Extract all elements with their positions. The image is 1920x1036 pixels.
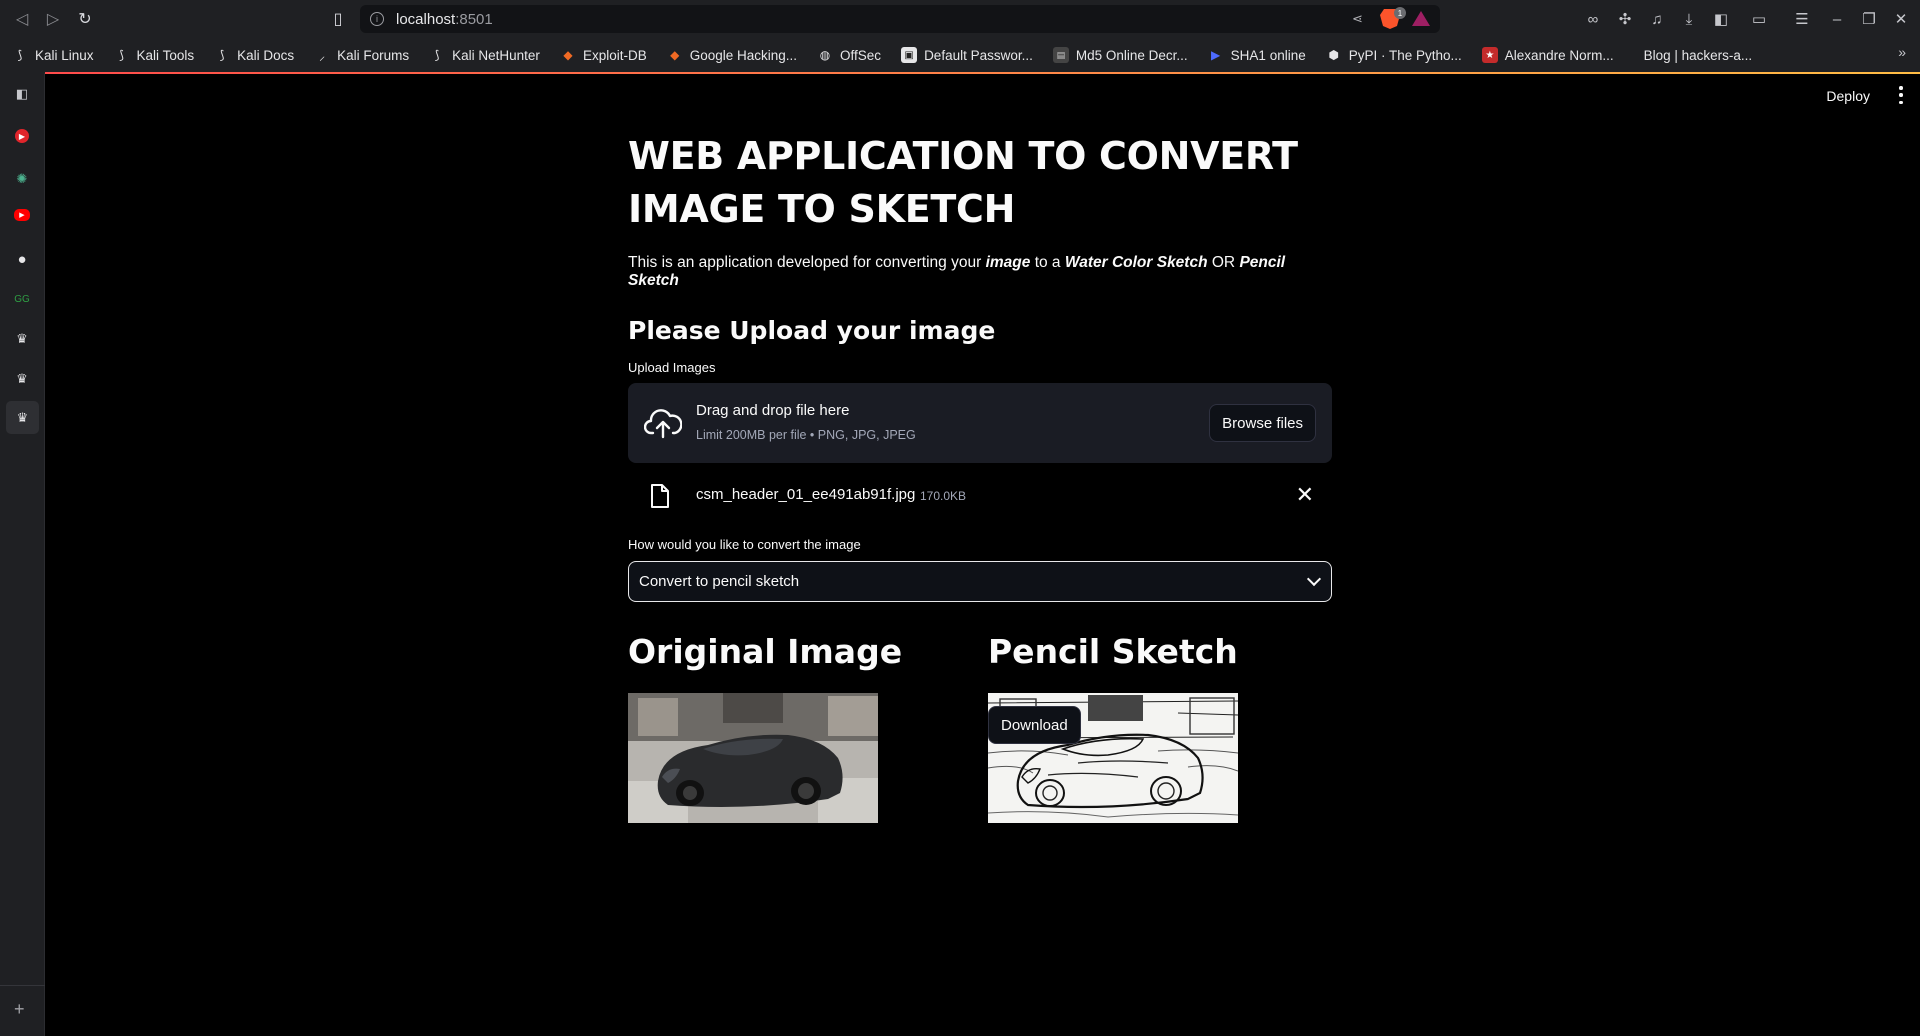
url-text[interactable]: localhost:8501 <box>396 11 493 28</box>
restore-icon[interactable]: ❐ <box>1859 9 1879 29</box>
leo-ai-icon[interactable]: ∞ <box>1583 9 1603 29</box>
md5-icon: ▤ <box>1052 47 1069 63</box>
github-icon[interactable]: ● <box>11 248 33 270</box>
wallet-icon[interactable]: ▭ <box>1749 9 1769 29</box>
downloads-icon[interactable]: ⤓ <box>1679 9 1699 29</box>
main-menu-icon[interactable] <box>1898 86 1904 104</box>
original-column: Original Image <box>628 632 968 671</box>
intro-text: This is an application developed for con… <box>628 254 1286 289</box>
page-title: WEB APPLICATION TO CONVERT IMAGE TO SKET… <box>628 134 1298 231</box>
sidebar-divider <box>0 985 45 986</box>
geeksforgeeks-icon[interactable]: GG <box>11 288 33 310</box>
extensions-icon[interactable]: ✣ <box>1615 9 1635 29</box>
bookmark-google-hacking[interactable]: ◆ Google Hacking... <box>667 44 797 66</box>
kali-dragon-icon: ⟆ <box>17 48 23 62</box>
browser-sidebar: ◧ ▶ ✺ ▶ ● GG ♛ ♛ ♛ + <box>0 73 45 1036</box>
add-sidebar-item-icon[interactable]: + <box>14 999 25 1020</box>
bookmark-kali-tools[interactable]: ⟆ Kali Tools <box>114 44 194 66</box>
kali-dragon-icon: ⟆ <box>219 48 225 62</box>
brave-rewards-icon[interactable] <box>1412 11 1430 26</box>
sidebar-toggle-icon[interactable]: ◧ <box>1711 9 1731 29</box>
bookmark-sha1-online[interactable]: ▶ SHA1 online <box>1208 44 1306 66</box>
address-bar[interactable]: i localhost:8501 ⋖ 1 <box>360 5 1440 33</box>
bookmark-hackers-blog[interactable]: Blog | hackers-a... <box>1644 44 1753 66</box>
star-icon: ★ <box>1481 47 1498 63</box>
deploy-button[interactable]: Deploy <box>1826 88 1870 104</box>
uploaded-file-row: csm_header_01_ee491ab91f.jpg 170.0KB ✕ <box>628 476 1332 516</box>
bookmark-pypi[interactable]: ⬢ PyPI · The Pytho... <box>1326 44 1461 66</box>
upload-label: Upload Images <box>628 360 716 375</box>
remove-file-icon[interactable]: ✕ <box>1296 482 1314 508</box>
brave-talk-icon[interactable]: ▶ <box>15 129 29 143</box>
reload-icon[interactable]: ↻ <box>73 7 97 31</box>
shields-count-badge: 1 <box>1394 7 1406 19</box>
uploaded-file-name: csm_header_01_ee491ab91f.jpg <box>696 486 916 503</box>
chevron-down-icon <box>1306 571 1322 587</box>
sketch-heading: Pencil Sketch <box>988 632 1238 671</box>
chatgpt-icon[interactable]: ✺ <box>11 168 33 190</box>
file-dropzone[interactable]: Drag and drop file here Limit 200MB per … <box>628 383 1332 463</box>
browser-toolbar: ◁ ▷ ↻ ▯ i localhost:8501 ⋖ 1 ∞ ✣ ♫ ⤓ ◧ ▭… <box>0 0 1920 37</box>
convert-label: How would you like to convert the image <box>628 537 861 552</box>
original-image-heading: Original Image <box>628 632 903 671</box>
bookmark-icon[interactable]: ▯ <box>326 7 350 31</box>
dropzone-limit: Limit 200MB per file • PNG, JPG, JPEG <box>696 428 916 442</box>
youtube-icon[interactable]: ▶ <box>14 209 30 221</box>
file-icon <box>651 484 669 508</box>
pypi-icon: ⬢ <box>1328 48 1339 62</box>
forward-icon[interactable]: ▷ <box>41 7 65 31</box>
crown-icon[interactable]: ♛ <box>6 401 39 434</box>
uploaded-file-size: 170.0KB <box>920 489 967 503</box>
sha1-icon: ▶ <box>1211 48 1221 62</box>
bookmark-default-password[interactable]: ▣ Default Passwor... <box>901 44 1033 66</box>
bookmark-kali-nethunter[interactable]: ⟆ Kali NetHunter <box>429 44 540 66</box>
original-image <box>628 693 878 823</box>
convert-selected-value: Convert to pencil sketch <box>639 573 800 590</box>
bookmark-md5-online[interactable]: ▤ Md5 Online Decr... <box>1052 44 1188 66</box>
crown-icon[interactable]: ♛ <box>11 368 33 390</box>
bookmark-exploit-db[interactable]: ◆ Exploit-DB <box>560 44 646 66</box>
media-icon[interactable]: ♫ <box>1647 9 1667 29</box>
share-icon[interactable]: ⋖ <box>1352 11 1368 27</box>
exploit-db-icon: ◆ <box>563 48 573 62</box>
minimize-icon[interactable]: – <box>1827 9 1847 29</box>
bookmark-kali-linux[interactable]: ⟆ Kali Linux <box>12 44 94 66</box>
google-hacking-icon: ◆ <box>670 48 680 62</box>
offsec-icon: ◍ <box>819 48 831 62</box>
bookmark-kali-forums[interactable]: ⸝ Kali Forums <box>314 44 409 66</box>
app-header: Deploy <box>1620 74 1920 118</box>
browse-files-button[interactable]: Browse files <box>1209 404 1316 442</box>
dropzone-title: Drag and drop file here <box>696 402 850 419</box>
back-icon[interactable]: ◁ <box>10 7 34 31</box>
convert-select[interactable]: Convert to pencil sketch <box>628 561 1332 602</box>
bookmark-alexandre-norm[interactable]: ★ Alexandre Norm... <box>1481 44 1614 66</box>
kali-forums-icon: ⸝ <box>319 48 326 63</box>
menu-icon[interactable]: ☰ <box>1792 9 1812 29</box>
upload-heading: Please Upload your image <box>628 316 996 345</box>
default-password-icon: ▣ <box>901 47 918 63</box>
more-bookmarks-icon[interactable]: » <box>1898 44 1906 60</box>
site-info-icon[interactable]: i <box>370 12 384 26</box>
bookmark-kali-docs[interactable]: ⟆ Kali Docs <box>214 44 294 66</box>
kali-dragon-icon: ⟆ <box>434 48 440 62</box>
sidebar-panel-icon[interactable]: ◧ <box>11 83 33 105</box>
browser-chrome: ◁ ▷ ↻ ▯ i localhost:8501 ⋖ 1 ∞ ✣ ♫ ⤓ ◧ ▭… <box>0 0 1920 74</box>
bookmarks-bar: ⟆ Kali Linux ⟆ Kali Tools ⟆ Kali Docs ⸝ Kali… <box>0 41 1920 69</box>
crown-icon[interactable]: ♛ <box>11 328 33 350</box>
sketch-column: Pencil Sketch <box>988 632 1328 671</box>
cloud-upload-icon <box>644 409 682 439</box>
bookmark-offsec[interactable]: ◍ OffSec <box>817 44 881 66</box>
download-button[interactable]: Download <box>988 706 1081 744</box>
app-main: WEB APPLICATION TO CONVERT IMAGE TO SKET… <box>628 130 1332 823</box>
kali-dragon-icon: ⟆ <box>119 48 124 62</box>
close-window-icon[interactable]: ✕ <box>1891 9 1911 29</box>
